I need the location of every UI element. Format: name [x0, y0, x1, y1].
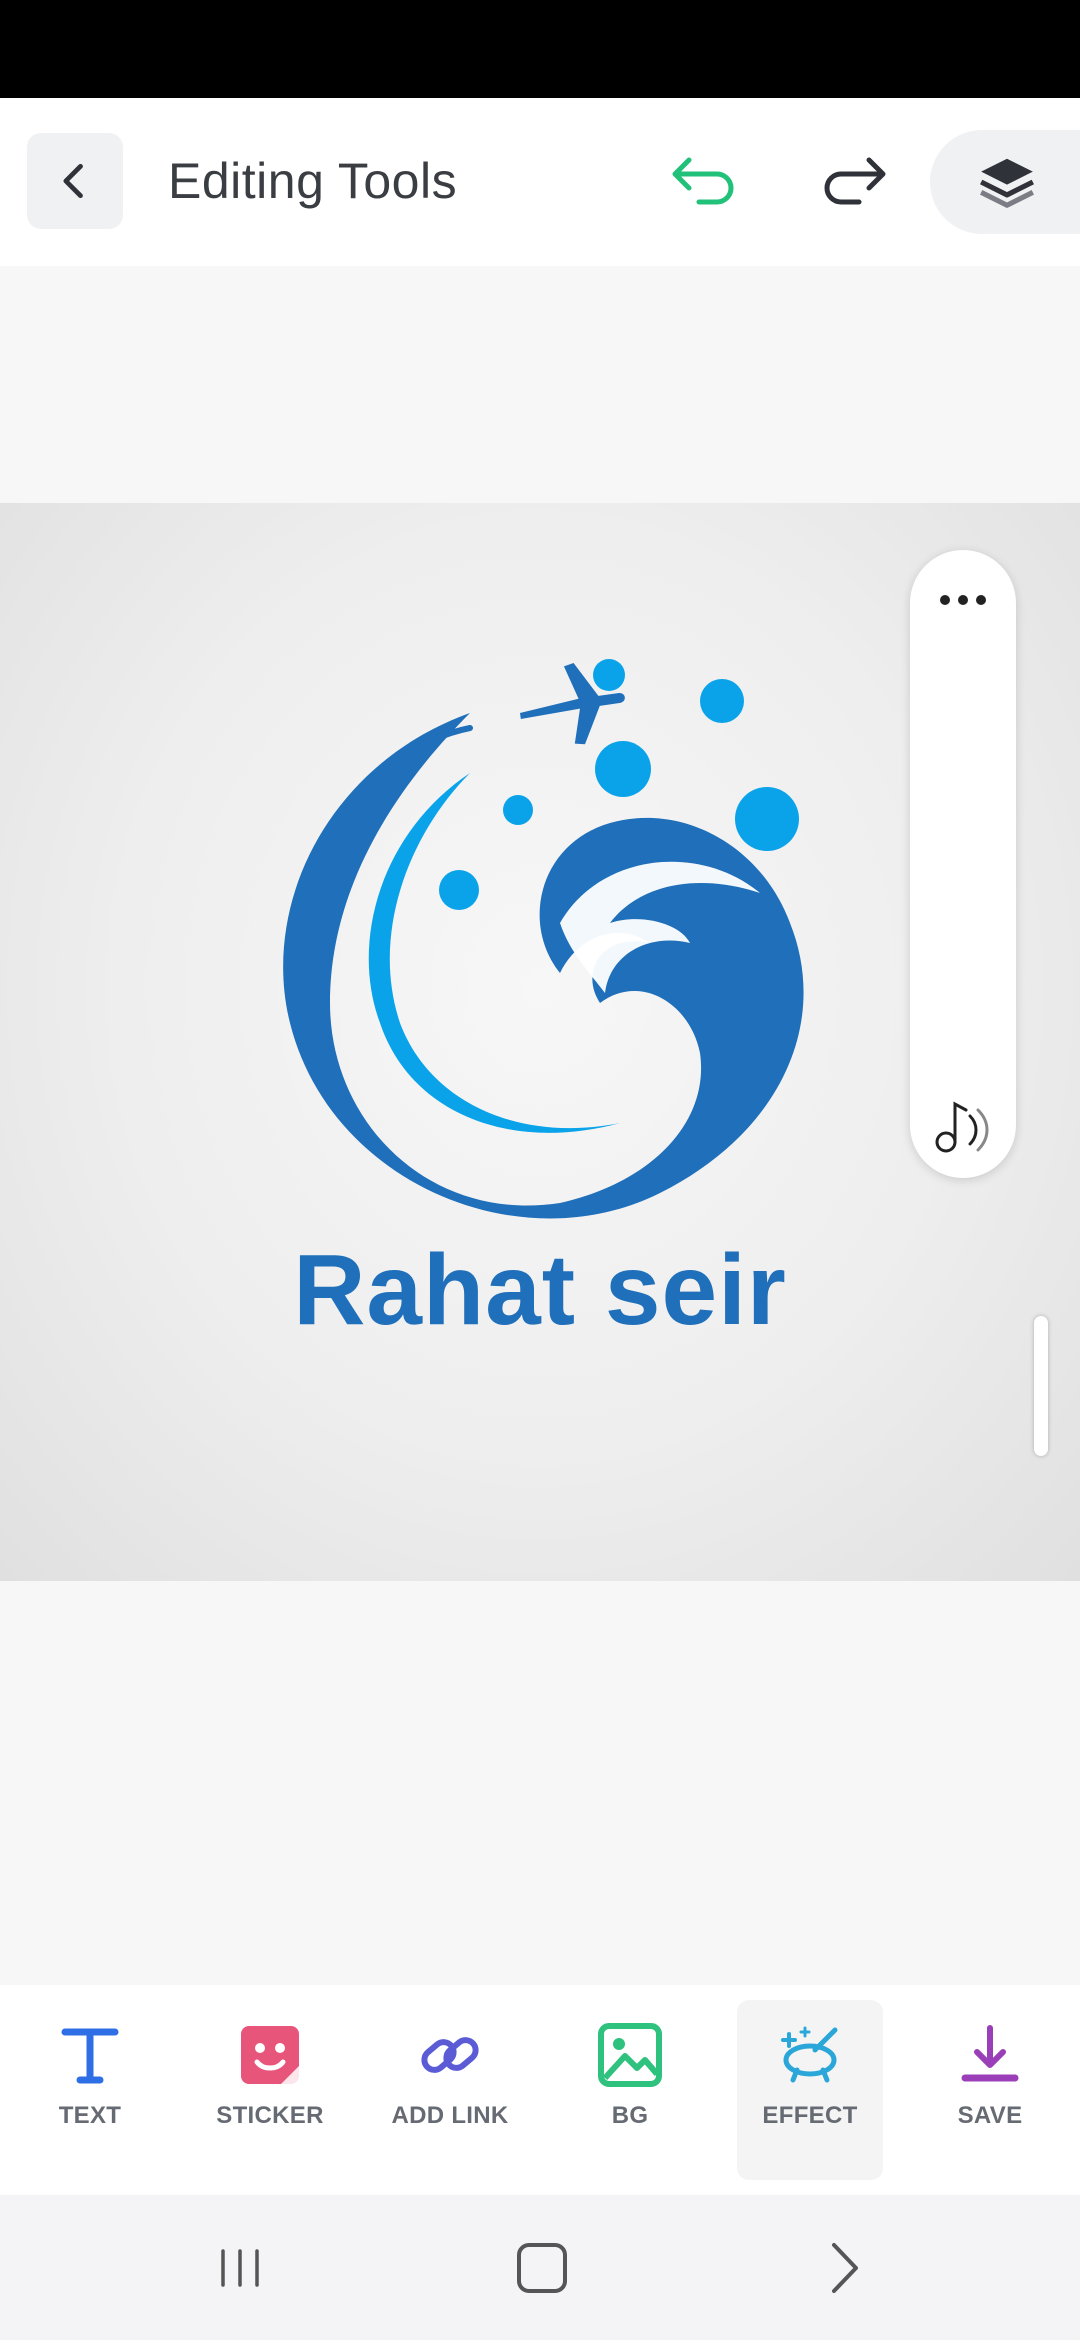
text-icon: [61, 2028, 119, 2084]
scrollbar[interactable]: [1034, 1316, 1048, 1456]
undo-button[interactable]: [664, 142, 744, 222]
side-panel: [910, 550, 1016, 1178]
layers-icon: [980, 158, 1034, 208]
tool-sticker[interactable]: STICKER: [197, 2000, 343, 2180]
canvas-margin-bottom: [0, 1581, 1080, 1985]
sticker-icon: [241, 2026, 299, 2084]
logo-text: Rahat seir: [293, 1234, 787, 1346]
tool-text[interactable]: TEXT: [17, 2000, 163, 2180]
layers-button[interactable]: [930, 130, 1080, 234]
system-nav-bar: [0, 2195, 1080, 2340]
tool-label: STICKER: [216, 2102, 324, 2129]
page-title: Editing Tools: [168, 153, 458, 209]
effect-icon: [781, 2026, 838, 2083]
tool-bg[interactable]: BG: [557, 2000, 703, 2180]
link-icon: [421, 2037, 479, 2073]
bottom-toolbar: TEXT STICKER ADD LINK BG EFFECT SAVE: [0, 1985, 1080, 2195]
redo-button[interactable]: [814, 142, 894, 222]
tool-label: BG: [611, 2102, 649, 2129]
image-icon: [598, 2023, 662, 2087]
tool-label: EFFECT: [762, 2102, 858, 2129]
tool-label: TEXT: [58, 2102, 122, 2129]
undo-icon: [672, 157, 734, 205]
chevron-left-icon: [63, 163, 83, 199]
music-icon[interactable]: [928, 1090, 998, 1160]
recent-apps-icon[interactable]: [205, 2233, 275, 2303]
back-button[interactable]: [27, 133, 123, 229]
tool-save[interactable]: SAVE: [917, 2000, 1063, 2180]
tool-label: ADD LINK: [391, 2102, 509, 2129]
tool-add-link[interactable]: ADD LINK: [377, 2000, 523, 2180]
back-nav-icon[interactable]: [808, 2233, 878, 2303]
home-icon[interactable]: [507, 2233, 577, 2303]
header: Editing Tools: [0, 98, 1080, 266]
tool-label: SAVE: [957, 2102, 1023, 2129]
download-icon: [961, 2025, 1019, 2082]
canvas-margin-top: [0, 266, 1080, 503]
tool-effect[interactable]: EFFECT: [737, 2000, 883, 2180]
status-bar: [0, 0, 1080, 98]
more-options-icon[interactable]: [910, 580, 1016, 620]
redo-icon: [824, 157, 886, 205]
